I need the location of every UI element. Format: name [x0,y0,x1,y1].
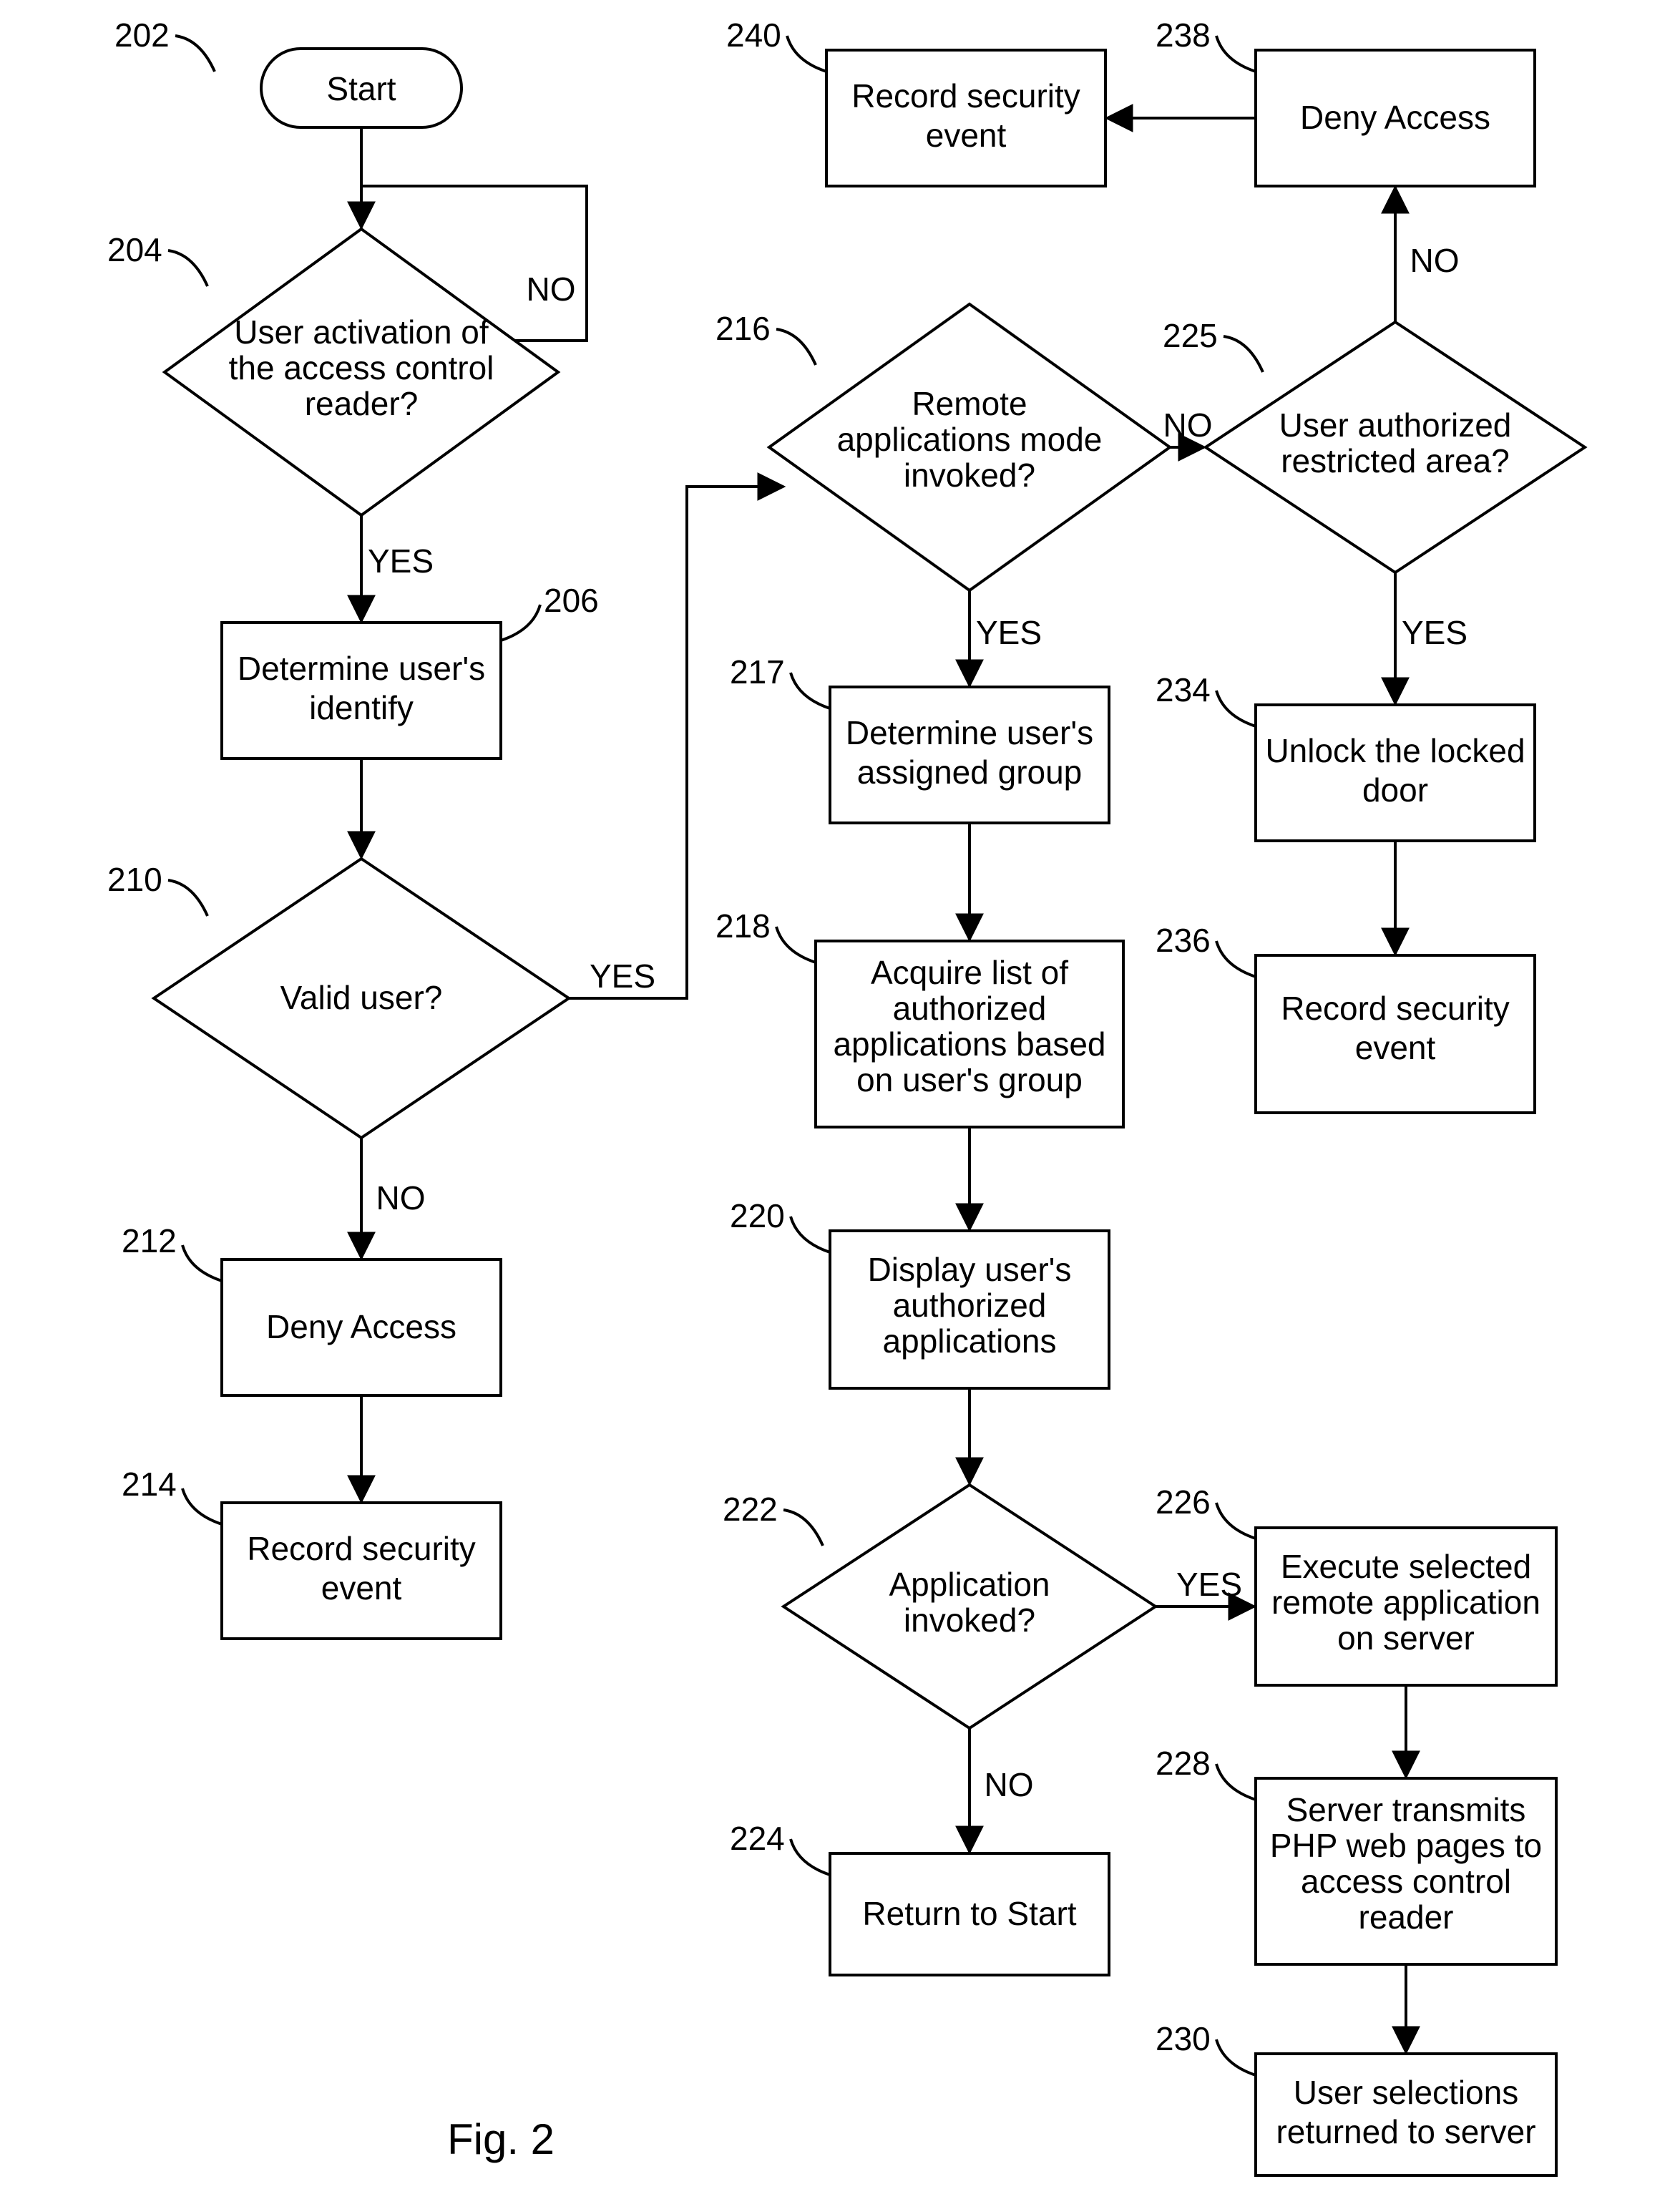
node-204: User activation of the access control re… [165,229,558,515]
ref-234: 234 [1156,671,1211,708]
node-204-l3: reader? [305,385,419,422]
node-212: Deny Access [222,1259,501,1395]
edge-222-no: NO [985,1766,1034,1803]
edge-222-yes: YES [1176,1566,1242,1603]
node-236-l1: Record security [1281,990,1510,1027]
node-228-l4: reader [1359,1898,1454,1936]
edge-204-yes: YES [368,542,434,580]
ref-206: 206 [544,582,599,619]
node-222: Application invoked? [783,1485,1156,1728]
node-218-l4: on user's group [856,1061,1083,1098]
node-217-l1: Determine user's [846,714,1093,751]
node-236-l2: event [1355,1029,1436,1066]
ref-217: 217 [730,653,785,691]
node-220-l3: applications [883,1322,1057,1360]
ref-230: 230 [1156,2020,1211,2057]
node-216-l2: applications mode [837,421,1103,458]
ref-204: 204 [107,231,162,268]
ref-202: 202 [114,16,170,54]
node-214-l1: Record security [247,1530,476,1567]
node-212-l1: Deny Access [266,1308,456,1345]
node-228-l1: Server transmits [1286,1791,1526,1828]
ref-238: 238 [1156,16,1211,54]
node-222-l1: Application [889,1566,1050,1603]
node-225: User authorized restricted area? [1206,322,1585,572]
ref-210: 210 [107,861,162,898]
node-218: Acquire list of authorized applications … [816,941,1123,1127]
node-226-l3: on server [1337,1619,1475,1657]
node-218-l1: Acquire list of [871,954,1068,991]
ref-220: 220 [730,1197,785,1234]
node-226-l1: Execute selected [1281,1548,1531,1585]
node-206: Determine user's identify [222,623,501,759]
node-220-l1: Display user's [868,1251,1072,1288]
node-234: Unlock the locked door [1256,705,1535,841]
node-218-l2: authorized [893,990,1047,1027]
ref-226: 226 [1156,1483,1211,1521]
node-234-l2: door [1362,771,1428,809]
ref-214: 214 [122,1466,177,1503]
node-220: Display user's authorized applications [830,1231,1109,1388]
node-224: Return to Start [830,1853,1109,1975]
node-228-l3: access control [1301,1863,1511,1900]
node-230-l1: User selections [1294,2074,1518,2111]
node-238: Deny Access [1256,50,1535,186]
node-230-l2: returned to server [1276,2113,1535,2150]
ref-224: 224 [730,1820,785,1857]
node-234-l1: Unlock the locked [1265,732,1525,769]
edge-210-yes: YES [590,957,655,995]
node-216-l1: Remote [912,385,1027,422]
node-214: Record security event [222,1503,501,1639]
ref-228: 228 [1156,1745,1211,1782]
node-225-l2: restricted area? [1281,442,1510,479]
edge-210-no: NO [376,1179,426,1217]
flowchart: Start 202 User activation of the access … [0,0,1680,2189]
node-start-text: Start [326,70,396,107]
node-222-l2: invoked? [904,1601,1035,1639]
node-206-l2: identify [309,689,414,726]
node-216-l3: invoked? [904,457,1035,494]
ref-222: 222 [723,1491,778,1528]
ref-216: 216 [716,310,771,347]
node-240-l2: event [926,117,1007,154]
node-210-l1: Valid user? [280,979,443,1016]
node-228-l2: PHP web pages to [1270,1827,1542,1864]
node-216: Remote applications mode invoked? [769,304,1170,590]
node-220-l2: authorized [893,1287,1047,1324]
figure-caption: Fig. 2 [447,2115,555,2163]
edge-225-yes: YES [1402,614,1467,651]
ref-236: 236 [1156,922,1211,959]
node-240-l1: Record security [851,77,1080,114]
ref-240: 240 [726,16,781,54]
edge-204-no: NO [527,270,576,308]
node-240: Record security event [826,50,1105,186]
node-238-l1: Deny Access [1300,99,1490,136]
node-210: Valid user? [154,859,569,1138]
node-225-l1: User authorized [1279,406,1512,444]
node-206-l1: Determine user's [238,650,485,687]
edge-216-no: NO [1163,406,1213,444]
node-230: User selections returned to server [1256,2054,1556,2175]
node-228: Server transmits PHP web pages to access… [1256,1778,1556,1964]
node-217: Determine user's assigned group [830,687,1109,823]
edge-225-no: NO [1410,242,1460,279]
node-217-l2: assigned group [857,754,1083,791]
node-226: Execute selected remote application on s… [1256,1528,1556,1685]
node-218-l3: applications based [833,1025,1105,1063]
node-start: Start [261,49,461,127]
ref-218: 218 [716,907,771,945]
node-214-l2: event [321,1569,402,1607]
ref-212: 212 [122,1222,177,1259]
edge-216-yes: YES [976,614,1042,651]
node-224-l1: Return to Start [862,1895,1076,1932]
node-204-l1: User activation of [234,313,489,351]
node-204-l2: the access control [229,349,494,386]
node-226-l2: remote application [1271,1584,1540,1621]
ref-225: 225 [1163,317,1218,354]
node-236: Record security event [1256,955,1535,1113]
